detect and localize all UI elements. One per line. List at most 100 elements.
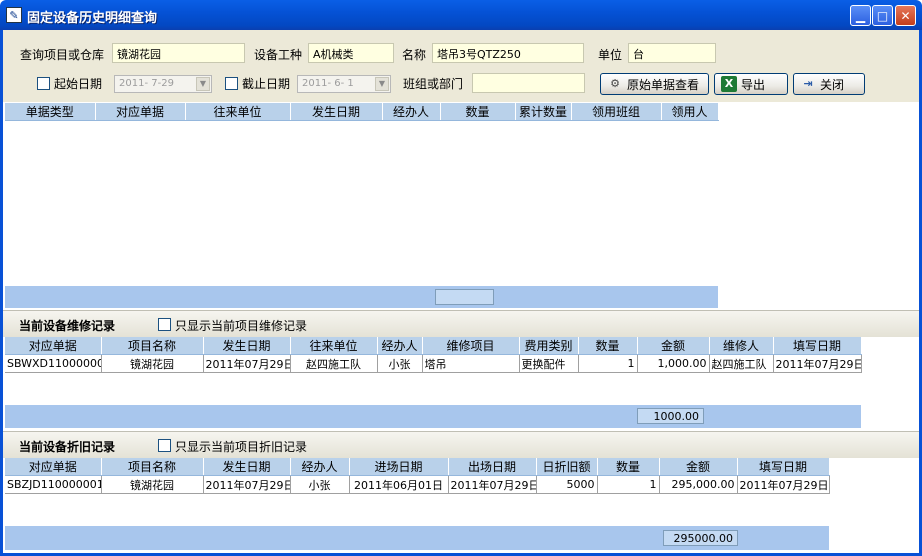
col-header[interactable]: 领用班组 xyxy=(571,103,662,121)
col-header[interactable]: 累计数量 xyxy=(515,103,572,121)
cell-project: 镜湖花园 xyxy=(101,475,204,494)
cell-amount: 1,000.00 xyxy=(637,354,710,373)
cell-date: 2011年07月29日 xyxy=(203,475,291,494)
col-header[interactable]: 维修人 xyxy=(709,337,774,355)
export-button[interactable]: X 导出 xyxy=(714,73,788,95)
col-header[interactable]: 数量 xyxy=(578,337,638,355)
app-icon: ✎ xyxy=(6,7,22,23)
filter-panel: 查询项目或仓库 镜湖花园 设备工种 A机械类 名称 塔吊3号QTZ250 单位 … xyxy=(3,30,919,102)
end-date-checkbox[interactable] xyxy=(225,77,238,90)
col-header[interactable]: 金额 xyxy=(659,458,738,476)
team-input[interactable] xyxy=(472,73,585,93)
start-date-picker[interactable]: 2011- 7-29 ▼ xyxy=(114,75,212,93)
exit-door-icon: ⇥ xyxy=(803,77,813,90)
depr-section-header: 当前设备折旧记录 只显示当前项目折旧记录 xyxy=(3,431,919,458)
col-header[interactable]: 金额 xyxy=(637,337,710,355)
col-header[interactable]: 出场日期 xyxy=(448,458,537,476)
col-header[interactable]: 单据类型 xyxy=(5,103,96,121)
col-header[interactable]: 项目名称 xyxy=(101,337,204,355)
end-date-picker[interactable]: 2011- 6- 1 ▼ xyxy=(297,75,391,93)
name-label: 名称 xyxy=(402,48,427,62)
close-button[interactable]: ⇥ 关闭 xyxy=(793,73,865,95)
repair-section-header: 当前设备维修记录 只显示当前项目维修记录 xyxy=(3,310,919,337)
main-grid-sum xyxy=(435,289,494,305)
depr-total: 295000.00 xyxy=(663,530,738,546)
cell-daily-depr: 5000 xyxy=(536,475,598,494)
window-title: 固定设备历史明细查询 xyxy=(27,11,158,26)
col-header[interactable]: 发生日期 xyxy=(290,103,383,121)
col-header[interactable]: 维修项目 xyxy=(422,337,520,355)
repair-grid-footer xyxy=(5,405,861,428)
team-label: 班组或部门 xyxy=(403,77,464,91)
repair-filter-checkbox[interactable] xyxy=(158,318,171,331)
cell-partner: 赵四施工队 xyxy=(290,354,378,373)
start-date-checkbox[interactable] xyxy=(37,77,50,90)
col-header[interactable]: 项目名称 xyxy=(101,458,204,476)
depr-filter-checkbox[interactable] xyxy=(158,439,171,452)
project-input[interactable]: 镜湖花园 xyxy=(112,43,245,63)
original-doc-label: 原始单据查看 xyxy=(627,77,700,92)
chevron-down-icon[interactable]: ▼ xyxy=(375,77,389,91)
col-header[interactable]: 对应单据 xyxy=(95,103,186,121)
excel-icon: X xyxy=(721,76,737,92)
project-label: 查询项目或仓库 xyxy=(20,48,105,62)
start-date-label: 起始日期 xyxy=(54,77,103,91)
cell-handler: 小张 xyxy=(377,354,423,373)
main-grid: 单据类型 对应单据 往来单位 发生日期 经办人 数量 累计数量 领用班组 领用人 xyxy=(5,103,719,121)
col-header[interactable]: 数量 xyxy=(440,103,516,121)
cell-doc: SBWXD110000001 xyxy=(5,354,102,373)
minimize-icon: ▁ xyxy=(855,8,866,23)
depr-filter-label: 只显示当前项目折旧记录 xyxy=(175,440,308,454)
col-header[interactable]: 进场日期 xyxy=(349,458,449,476)
equip-type-label: 设备工种 xyxy=(254,48,303,62)
col-header[interactable]: 领用人 xyxy=(661,103,719,121)
unit-input[interactable]: 台 xyxy=(628,43,716,63)
repair-section-title: 当前设备维修记录 xyxy=(19,319,116,333)
start-date-value: 2011- 7-29 xyxy=(119,78,174,89)
cell-doc: SBZJD110000001 xyxy=(5,475,102,494)
repair-total: 1000.00 xyxy=(637,408,704,424)
table-row[interactable]: SBWXD110000001 镜湖花园 2011年07月29日 赵四施工队 小张… xyxy=(5,354,862,373)
col-header[interactable]: 填写日期 xyxy=(737,458,830,476)
main-grid-footer xyxy=(5,286,718,308)
depr-section-title: 当前设备折旧记录 xyxy=(19,440,116,454)
cell-entry-date: 2011年06月01日 xyxy=(349,475,449,494)
col-header[interactable]: 费用类别 xyxy=(519,337,579,355)
close-icon: ✕ xyxy=(900,8,911,23)
cell-fee-type: 更换配件 xyxy=(519,354,579,373)
name-input[interactable]: 塔吊3号QTZ250 xyxy=(432,43,584,63)
cell-exit-date: 2011年07月29日 xyxy=(448,475,537,494)
col-header[interactable]: 经办人 xyxy=(382,103,441,121)
col-header[interactable]: 经办人 xyxy=(290,458,350,476)
chevron-down-icon[interactable]: ▼ xyxy=(196,77,210,91)
col-header[interactable]: 发生日期 xyxy=(203,458,291,476)
end-date-label: 截止日期 xyxy=(242,77,291,91)
repair-filter-label: 只显示当前项目维修记录 xyxy=(175,319,308,333)
depr-grid: 对应单据 项目名称 发生日期 经办人 进场日期 出场日期 日折旧额 数量 金额 … xyxy=(5,458,830,494)
col-header[interactable]: 发生日期 xyxy=(203,337,291,355)
col-header[interactable]: 对应单据 xyxy=(5,458,102,476)
cell-handler: 小张 xyxy=(290,475,350,494)
cell-date: 2011年07月29日 xyxy=(203,354,291,373)
maximize-button[interactable]: □ xyxy=(872,5,893,26)
export-label: 导出 xyxy=(741,77,766,92)
col-header[interactable]: 经办人 xyxy=(377,337,423,355)
original-doc-button[interactable]: ⚙ 原始单据查看 xyxy=(600,73,709,95)
repair-header-row: 对应单据 项目名称 发生日期 往来单位 经办人 维修项目 费用类别 数量 金额 … xyxy=(5,337,862,355)
equip-type-input[interactable]: A机械类 xyxy=(308,43,394,63)
main-grid-area[interactable] xyxy=(3,102,919,310)
col-header[interactable]: 往来单位 xyxy=(185,103,291,121)
col-header[interactable]: 填写日期 xyxy=(773,337,862,355)
gear-icon: ⚙ xyxy=(610,77,620,90)
minimize-button[interactable]: ▁ xyxy=(850,5,871,26)
close-window-button[interactable]: ✕ xyxy=(895,5,916,26)
col-header[interactable]: 日折旧额 xyxy=(536,458,598,476)
cell-qty: 1 xyxy=(578,354,638,373)
col-header[interactable]: 往来单位 xyxy=(290,337,378,355)
close-label: 关闭 xyxy=(820,77,845,92)
end-date-value: 2011- 6- 1 xyxy=(302,78,354,89)
cell-qty: 1 xyxy=(597,475,660,494)
col-header[interactable]: 数量 xyxy=(597,458,660,476)
col-header[interactable]: 对应单据 xyxy=(5,337,102,355)
table-row[interactable]: SBZJD110000001 镜湖花园 2011年07月29日 小张 2011年… xyxy=(5,475,830,494)
